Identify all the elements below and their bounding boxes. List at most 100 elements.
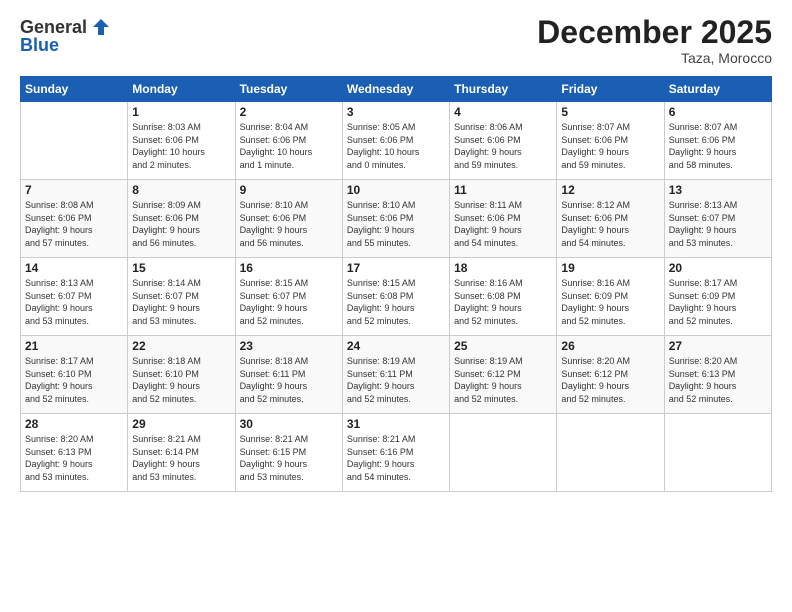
table-row — [664, 414, 771, 492]
day-info: Sunrise: 8:03 AM Sunset: 6:06 PM Dayligh… — [132, 121, 230, 171]
day-number: 19 — [561, 261, 659, 275]
day-info: Sunrise: 8:13 AM Sunset: 6:07 PM Dayligh… — [25, 277, 123, 327]
logo: General Blue — [20, 15, 113, 56]
table-row: 8 Sunrise: 8:09 AM Sunset: 6:06 PM Daylig… — [128, 180, 235, 258]
table-row: 31 Sunrise: 8:21 AM Sunset: 6:16 PM Dayli… — [342, 414, 449, 492]
table-row: 20Sunrise: 8:17 AM Sunset: 6:09 PM Dayli… — [664, 258, 771, 336]
day-info: Sunrise: 8:11 AM Sunset: 6:06 PM Dayligh… — [454, 199, 552, 249]
week-row-4: 21 Sunrise: 8:17 AM Sunset: 6:10 PM Dayli… — [21, 336, 772, 414]
day-number: 6 — [669, 105, 767, 119]
header-monday: Monday — [128, 77, 235, 102]
table-row: 18 Sunrise: 8:16 AM Sunset: 6:08 PM Dayli… — [450, 258, 557, 336]
day-number: 5 — [561, 105, 659, 119]
day-number: 22 — [132, 339, 230, 353]
table-row — [557, 414, 664, 492]
title-block: December 2025 Taza, Morocco — [537, 15, 772, 66]
day-number: 12 — [561, 183, 659, 197]
week-row-2: 7 Sunrise: 8:08 AM Sunset: 6:06 PM Daylig… — [21, 180, 772, 258]
week-row-5: 28 Sunrise: 8:20 AM Sunset: 6:13 PM Dayli… — [21, 414, 772, 492]
day-number: 11 — [454, 183, 552, 197]
day-number: 25 — [454, 339, 552, 353]
week-row-1: 1 Sunrise: 8:03 AM Sunset: 6:06 PM Daylig… — [21, 102, 772, 180]
day-number: 17 — [347, 261, 445, 275]
day-number: 24 — [347, 339, 445, 353]
day-info: Sunrise: 8:18 AM Sunset: 6:10 PM Dayligh… — [132, 355, 230, 405]
day-number: 18 — [454, 261, 552, 275]
day-info: Sunrise: 8:19 AM Sunset: 6:12 PM Dayligh… — [454, 355, 552, 405]
table-row: 3 Sunrise: 8:05 AM Sunset: 6:06 PM Daylig… — [342, 102, 449, 180]
day-info: Sunrise: 8:10 AM Sunset: 6:06 PM Dayligh… — [347, 199, 445, 249]
day-number: 10 — [347, 183, 445, 197]
day-info: Sunrise: 8:20 AM Sunset: 6:13 PM Dayligh… — [669, 355, 767, 405]
day-number: 4 — [454, 105, 552, 119]
day-number: 21 — [25, 339, 123, 353]
day-info: Sunrise: 8:07 AM Sunset: 6:06 PM Dayligh… — [669, 121, 767, 171]
day-info: Sunrise: 8:18 AM Sunset: 6:11 PM Dayligh… — [240, 355, 338, 405]
table-row: 21 Sunrise: 8:17 AM Sunset: 6:10 PM Dayli… — [21, 336, 128, 414]
day-info: Sunrise: 8:21 AM Sunset: 6:15 PM Dayligh… — [240, 433, 338, 483]
day-number: 26 — [561, 339, 659, 353]
table-row: 25 Sunrise: 8:19 AM Sunset: 6:12 PM Dayli… — [450, 336, 557, 414]
logo-icon — [89, 15, 113, 39]
header-thursday: Thursday — [450, 77, 557, 102]
table-row: 2Sunrise: 8:04 AM Sunset: 6:06 PM Daylig… — [235, 102, 342, 180]
week-row-3: 14 Sunrise: 8:13 AM Sunset: 6:07 PM Dayli… — [21, 258, 772, 336]
table-row: 22 Sunrise: 8:18 AM Sunset: 6:10 PM Dayli… — [128, 336, 235, 414]
header-saturday: Saturday — [664, 77, 771, 102]
day-number: 9 — [240, 183, 338, 197]
header-sunday: Sunday — [21, 77, 128, 102]
day-number: 31 — [347, 417, 445, 431]
day-number: 15 — [132, 261, 230, 275]
location: Taza, Morocco — [537, 50, 772, 66]
page: General Blue December 2025 Taza, Morocco… — [0, 0, 792, 612]
day-number: 7 — [25, 183, 123, 197]
day-info: Sunrise: 8:14 AM Sunset: 6:07 PM Dayligh… — [132, 277, 230, 327]
day-number: 27 — [669, 339, 767, 353]
day-info: Sunrise: 8:10 AM Sunset: 6:06 PM Dayligh… — [240, 199, 338, 249]
day-number: 2 — [240, 105, 338, 119]
day-info: Sunrise: 8:06 AM Sunset: 6:06 PM Dayligh… — [454, 121, 552, 171]
table-row: 9 Sunrise: 8:10 AM Sunset: 6:06 PM Daylig… — [235, 180, 342, 258]
day-number: 14 — [25, 261, 123, 275]
day-info: Sunrise: 8:07 AM Sunset: 6:06 PM Dayligh… — [561, 121, 659, 171]
day-info: Sunrise: 8:20 AM Sunset: 6:13 PM Dayligh… — [25, 433, 123, 483]
table-row: 14 Sunrise: 8:13 AM Sunset: 6:07 PM Dayli… — [21, 258, 128, 336]
day-info: Sunrise: 8:13 AM Sunset: 6:07 PM Dayligh… — [669, 199, 767, 249]
table-row: 24Sunrise: 8:19 AM Sunset: 6:11 PM Dayli… — [342, 336, 449, 414]
day-info: Sunrise: 8:09 AM Sunset: 6:06 PM Dayligh… — [132, 199, 230, 249]
header: General Blue December 2025 Taza, Morocco — [20, 15, 772, 66]
day-info: Sunrise: 8:08 AM Sunset: 6:06 PM Dayligh… — [25, 199, 123, 249]
day-number: 8 — [132, 183, 230, 197]
day-info: Sunrise: 8:17 AM Sunset: 6:10 PM Dayligh… — [25, 355, 123, 405]
day-number: 30 — [240, 417, 338, 431]
day-number: 3 — [347, 105, 445, 119]
table-row: 23 Sunrise: 8:18 AM Sunset: 6:11 PM Dayli… — [235, 336, 342, 414]
weekday-header-row: Sunday Monday Tuesday Wednesday Thursday… — [21, 77, 772, 102]
table-row: 7 Sunrise: 8:08 AM Sunset: 6:06 PM Daylig… — [21, 180, 128, 258]
table-row: 11 Sunrise: 8:11 AM Sunset: 6:06 PM Dayli… — [450, 180, 557, 258]
table-row: 12Sunrise: 8:12 AM Sunset: 6:06 PM Dayli… — [557, 180, 664, 258]
table-row — [450, 414, 557, 492]
day-number: 20 — [669, 261, 767, 275]
table-row: 13 Sunrise: 8:13 AM Sunset: 6:07 PM Dayli… — [664, 180, 771, 258]
day-info: Sunrise: 8:16 AM Sunset: 6:08 PM Dayligh… — [454, 277, 552, 327]
table-row: 6 Sunrise: 8:07 AM Sunset: 6:06 PM Daylig… — [664, 102, 771, 180]
table-row: 5 Sunrise: 8:07 AM Sunset: 6:06 PM Daylig… — [557, 102, 664, 180]
month-title: December 2025 — [537, 15, 772, 50]
day-number: 13 — [669, 183, 767, 197]
table-row: 10 Sunrise: 8:10 AM Sunset: 6:06 PM Dayli… — [342, 180, 449, 258]
table-row: 15 Sunrise: 8:14 AM Sunset: 6:07 PM Dayli… — [128, 258, 235, 336]
table-row: 19 Sunrise: 8:16 AM Sunset: 6:09 PM Dayli… — [557, 258, 664, 336]
day-info: Sunrise: 8:16 AM Sunset: 6:09 PM Dayligh… — [561, 277, 659, 327]
header-friday: Friday — [557, 77, 664, 102]
day-info: Sunrise: 8:21 AM Sunset: 6:14 PM Dayligh… — [132, 433, 230, 483]
day-info: Sunrise: 8:20 AM Sunset: 6:12 PM Dayligh… — [561, 355, 659, 405]
day-info: Sunrise: 8:05 AM Sunset: 6:06 PM Dayligh… — [347, 121, 445, 171]
day-info: Sunrise: 8:21 AM Sunset: 6:16 PM Dayligh… — [347, 433, 445, 483]
header-tuesday: Tuesday — [235, 77, 342, 102]
table-row: 1 Sunrise: 8:03 AM Sunset: 6:06 PM Daylig… — [128, 102, 235, 180]
day-number: 28 — [25, 417, 123, 431]
day-number: 23 — [240, 339, 338, 353]
table-row: 30 Sunrise: 8:21 AM Sunset: 6:15 PM Dayli… — [235, 414, 342, 492]
day-number: 1 — [132, 105, 230, 119]
